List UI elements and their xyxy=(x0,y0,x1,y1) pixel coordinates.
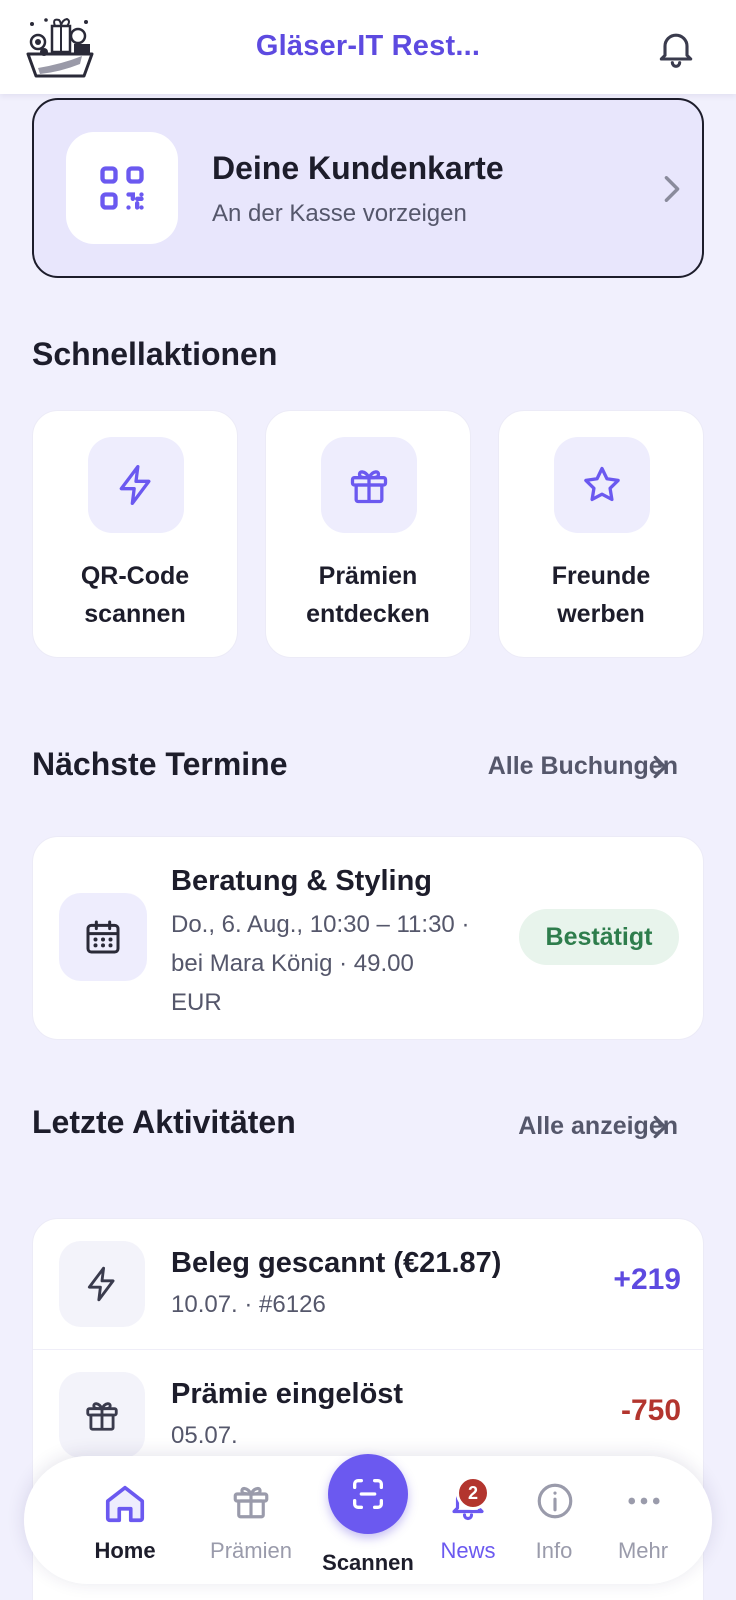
quick-action-label: QR-Code scannen xyxy=(80,562,190,628)
quick-action-icon-tile xyxy=(321,437,417,533)
news-badge: 2 xyxy=(456,1476,490,1510)
quick-action-label: Prämien entdecken xyxy=(306,562,430,628)
nav-label: Info xyxy=(535,1538,573,1563)
activity-meta: 10.07. · #6126 xyxy=(171,1291,326,1318)
lightning-icon xyxy=(87,1266,115,1302)
quick-action-scan-qr[interactable]: QR-Code scannen xyxy=(32,410,238,658)
quick-action-refer-friends[interactable]: Freunde werben xyxy=(498,410,704,658)
nav-item-news[interactable]: News xyxy=(420,1456,516,1584)
quick-action-icon-tile xyxy=(554,437,650,533)
quick-action-discover-rewards[interactable]: Prämien entdecken xyxy=(265,410,471,658)
scan-button[interactable] xyxy=(328,1454,408,1534)
activity-icon-tile xyxy=(59,1372,145,1458)
app-title: Gläser-IT Rest... xyxy=(255,30,481,62)
chevron-right-icon xyxy=(653,1115,667,1139)
appointment-card[interactable]: Beratung & Styling Do., 6. Aug., 10:30 –… xyxy=(32,836,704,1040)
list-item[interactable]: Beleg gescannt (€21.87) 10.07. · #6126 +… xyxy=(33,1219,703,1349)
all-bookings-link[interactable]: Alle Buchungen xyxy=(488,752,678,781)
chevron-right-icon xyxy=(664,176,680,202)
nav-label: Prämien xyxy=(210,1538,292,1563)
activity-title: Prämie eingelöst xyxy=(171,1378,404,1410)
appointment-icon-tile xyxy=(59,893,147,981)
bottom-navigation: Home Prämien Scannen News Info Mehr xyxy=(24,1454,712,1584)
appointment-details: Do., 6. Aug., 10:30 – 11:30 · bei Mara K… xyxy=(171,911,470,1016)
nav-item-rewards[interactable]: Prämien xyxy=(186,1456,316,1584)
gift-icon xyxy=(233,1486,269,1519)
activity-icon-tile xyxy=(59,1241,145,1327)
more-dots-icon xyxy=(628,1497,660,1505)
home-icon xyxy=(105,1485,145,1523)
bell-icon xyxy=(659,33,693,68)
nav-item-info[interactable]: Info xyxy=(512,1456,596,1584)
nav-label: News xyxy=(440,1538,496,1563)
app-header: Gläser-IT Rest... xyxy=(0,0,736,94)
appointments-heading: Nächste Termine xyxy=(32,746,288,782)
gift-icon xyxy=(86,1402,118,1431)
quick-action-label: Freunde werben xyxy=(551,562,651,628)
activity-title: Beleg gescannt (€21.87) xyxy=(171,1247,502,1279)
chevron-right-icon xyxy=(653,755,667,779)
gift-icon xyxy=(350,470,388,504)
lightning-icon xyxy=(119,465,151,505)
activities-heading: Letzte Aktivitäten xyxy=(32,1104,296,1140)
status-badge: Bestätigt xyxy=(519,909,679,965)
star-icon xyxy=(584,466,620,502)
activity-points: +219 xyxy=(613,1263,681,1296)
loyalty-card-button[interactable]: Deine Kundenkarte An der Kasse vorzeigen xyxy=(32,98,704,278)
info-icon xyxy=(537,1483,573,1519)
calendar-icon xyxy=(86,920,120,954)
nav-item-more[interactable]: Mehr xyxy=(600,1456,686,1584)
loyalty-icon-tile xyxy=(66,132,178,244)
qr-code-icon xyxy=(100,166,144,210)
loyalty-card-title: Deine Kundenkarte xyxy=(212,150,504,186)
quick-actions-heading: Schnellaktionen xyxy=(32,336,278,372)
notifications-button[interactable] xyxy=(654,26,698,70)
activity-points: -750 xyxy=(620,1394,681,1427)
quick-action-icon-tile xyxy=(88,437,184,533)
activity-meta: 05.07. xyxy=(171,1422,238,1449)
nav-item-home[interactable]: Home xyxy=(62,1456,188,1584)
appointment-title: Beratung & Styling xyxy=(171,865,433,897)
scan-icon xyxy=(353,1479,383,1509)
nav-label: Mehr xyxy=(617,1538,669,1563)
nav-label: Home xyxy=(94,1538,156,1563)
nav-label: Scannen xyxy=(322,1550,414,1575)
loyalty-card-subtitle: An der Kasse vorzeigen xyxy=(212,200,467,227)
